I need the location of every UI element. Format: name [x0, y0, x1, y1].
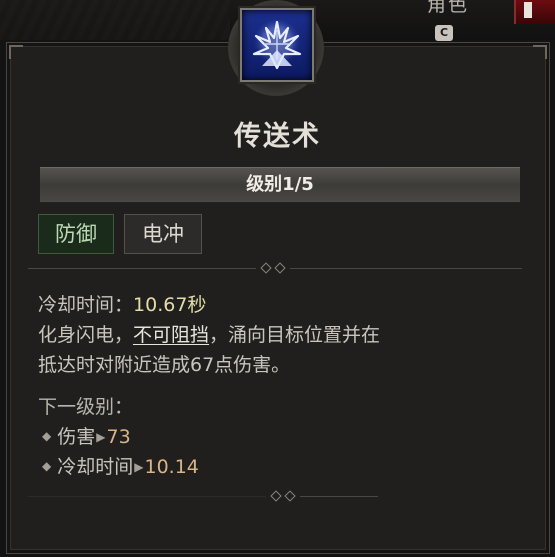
- cooldown-line: 冷却时间：10.67秒: [38, 290, 206, 317]
- section-divider: [290, 268, 522, 269]
- next-rank-label: 下一级别：: [38, 396, 134, 418]
- skill-description-line: 抵达时对附近造成67点伤害。: [38, 354, 291, 376]
- bullet-icon: ◆: [42, 429, 52, 443]
- skill-description-line: 化身闪电，不可阻挡，涌向目标位置并在: [38, 320, 380, 347]
- panel-corner-decoration: [533, 45, 547, 59]
- unstoppable-keyword[interactable]: 不可阻挡: [133, 324, 209, 346]
- cooldown-label: 冷却时间：: [38, 294, 134, 316]
- bullet-icon: ◆: [42, 459, 52, 473]
- next-damage-value: 73: [106, 426, 131, 448]
- character-tab[interactable]: 角色: [418, 0, 478, 20]
- next-damage-label: 伤害: [57, 426, 96, 448]
- next-cooldown-label: 冷却时间: [57, 456, 134, 478]
- cooldown-value: 10.67秒: [133, 294, 207, 316]
- section-divider: [300, 496, 378, 497]
- close-button[interactable]: [514, 0, 555, 24]
- skill-name: 传送术: [234, 121, 321, 152]
- tag-defense: 防御: [38, 214, 114, 254]
- description-text: 化身闪电，: [38, 324, 134, 346]
- arrow-right-icon: ▶: [134, 460, 144, 474]
- next-rank-cooldown: ◆ 冷却时间▶10.14: [42, 452, 199, 479]
- description-text: ，涌向目标位置并在: [209, 324, 381, 346]
- next-cooldown-value: 10.14: [144, 456, 199, 478]
- panel-corner-decoration: [9, 45, 23, 59]
- section-divider: [28, 496, 266, 497]
- character-key-hint: C: [435, 25, 453, 41]
- arrow-right-icon: ▶: [96, 430, 106, 444]
- next-rank-damage: ◆ 伤害▶73: [42, 422, 131, 449]
- tag-lightning: 电冲: [124, 214, 202, 254]
- section-divider: [28, 268, 256, 269]
- teleport-lightning-icon: [240, 8, 314, 82]
- skill-rank: 级别1/5: [40, 167, 520, 203]
